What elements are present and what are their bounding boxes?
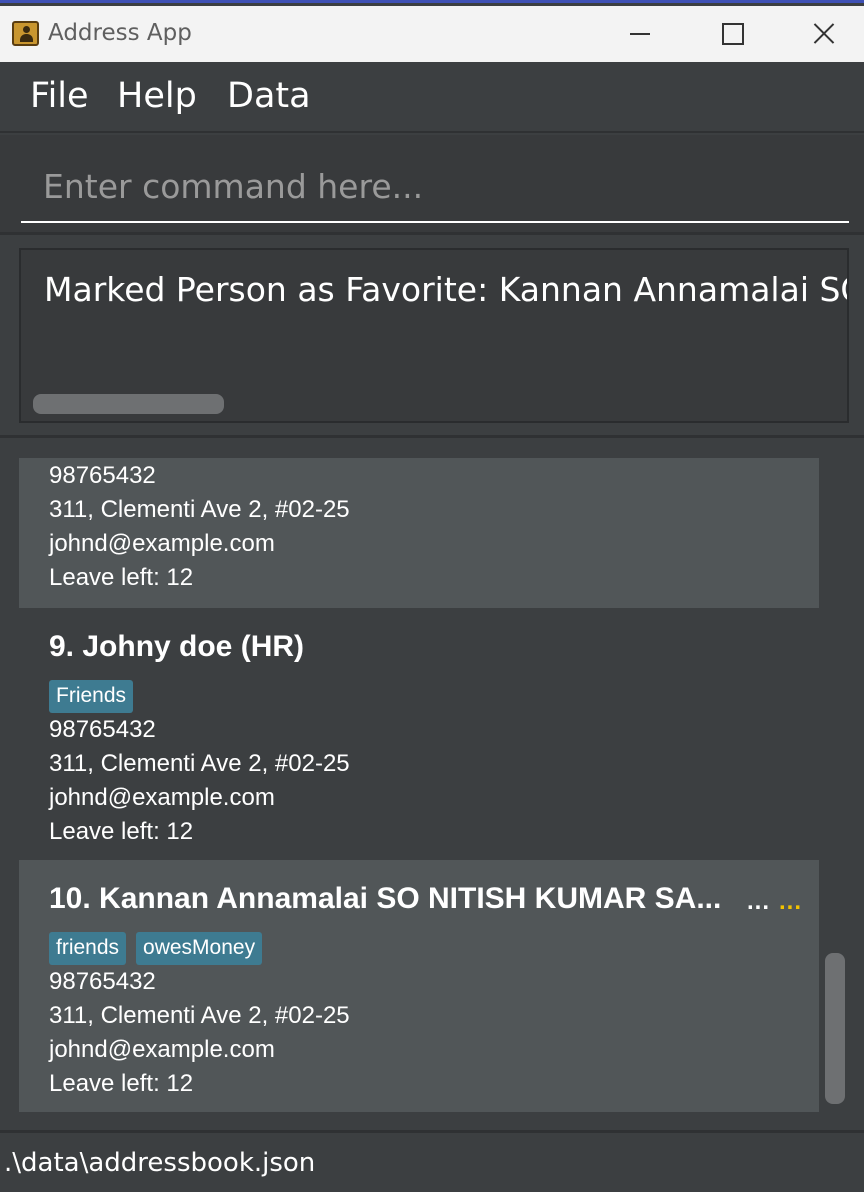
person-phone: 98765432 bbox=[49, 716, 156, 743]
menu-file[interactable]: File bbox=[30, 76, 89, 116]
result-horizontal-scrollbar[interactable] bbox=[33, 394, 224, 414]
command-input[interactable] bbox=[21, 151, 849, 223]
person-tags: friends owesMoney bbox=[49, 932, 263, 965]
menu-data[interactable]: Data bbox=[227, 76, 311, 116]
person-email: johnd@example.com bbox=[49, 530, 275, 557]
menu-bar: File Help Data bbox=[0, 62, 864, 133]
person-address: 311, Clementi Ave 2, #02-25 bbox=[49, 1002, 350, 1029]
person-list-area: 98765432 311, Clementi Ave 2, #02-25 joh… bbox=[0, 440, 864, 1133]
person-card[interactable]: 9. Johny doe (HR) Friends 98765432 311, … bbox=[19, 608, 819, 860]
app-window: Address App File Help Data Marked Person… bbox=[0, 0, 864, 1192]
result-display[interactable]: Marked Person as Favorite: Kannan Annama… bbox=[19, 248, 849, 423]
maximize-button[interactable] bbox=[686, 6, 778, 62]
person-phone: 98765432 bbox=[49, 968, 156, 995]
person-name: 10. Kannan Annamalai SO NITISH KUMAR SA.… bbox=[49, 882, 722, 915]
tag: owesMoney bbox=[136, 932, 263, 965]
result-display-area: Marked Person as Favorite: Kannan Annama… bbox=[0, 238, 864, 438]
tag: friends bbox=[49, 932, 127, 965]
close-button[interactable] bbox=[778, 6, 864, 62]
menu-help[interactable]: Help bbox=[117, 76, 197, 116]
truncation-indicator: ... bbox=[747, 888, 771, 915]
address-book-icon bbox=[12, 21, 39, 46]
person-leave: Leave left: 12 bbox=[49, 564, 194, 591]
minimize-button[interactable] bbox=[594, 6, 686, 62]
person-email: johnd@example.com bbox=[49, 1036, 275, 1063]
result-message: Marked Person as Favorite: Kannan Annama… bbox=[44, 270, 847, 309]
favorite-indicator: ... bbox=[779, 888, 803, 915]
person-address: 311, Clementi Ave 2, #02-25 bbox=[49, 496, 350, 523]
status-bar: .\data\addressbook.json bbox=[0, 1135, 864, 1192]
person-leave: Leave left: 12 bbox=[49, 818, 194, 845]
tag: Friends bbox=[49, 680, 134, 713]
person-tags: Friends bbox=[49, 680, 134, 713]
title-bar: Address App bbox=[0, 6, 864, 62]
command-box-area bbox=[0, 135, 864, 235]
person-address: 311, Clementi Ave 2, #02-25 bbox=[49, 750, 350, 777]
person-email: johnd@example.com bbox=[49, 784, 275, 811]
save-location: .\data\addressbook.json bbox=[4, 1148, 316, 1178]
person-phone: 98765432 bbox=[49, 462, 156, 489]
person-list[interactable]: 98765432 311, Clementi Ave 2, #02-25 joh… bbox=[19, 458, 819, 1112]
person-name: 9. Johny doe (HR) bbox=[49, 630, 305, 663]
list-vertical-scrollbar[interactable] bbox=[825, 953, 845, 1104]
person-leave: Leave left: 12 bbox=[49, 1070, 194, 1097]
window-title: Address App bbox=[48, 20, 192, 46]
person-card[interactable]: 98765432 311, Clementi Ave 2, #02-25 joh… bbox=[19, 458, 819, 610]
person-card[interactable]: 10. Kannan Annamalai SO NITISH KUMAR SA.… bbox=[19, 860, 819, 1112]
